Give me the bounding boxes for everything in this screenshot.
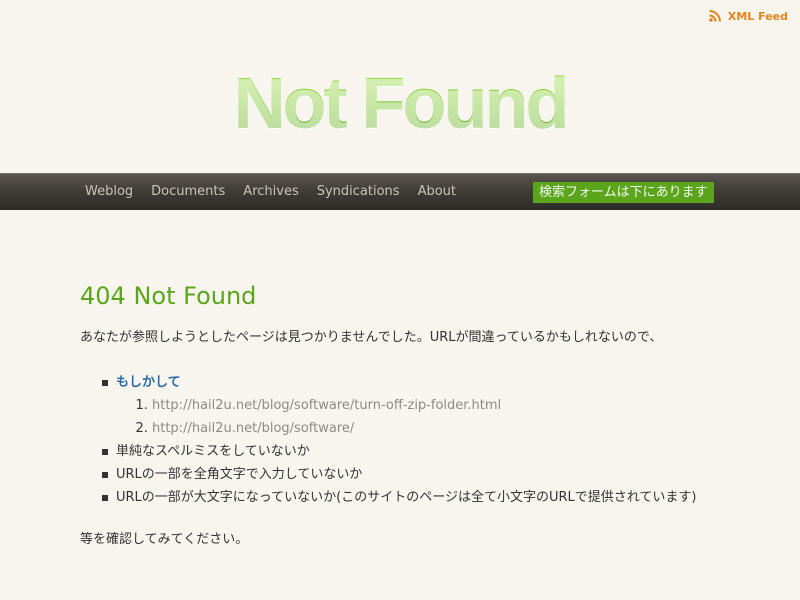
nav-item-weblog[interactable]: Weblog <box>76 174 142 210</box>
list-item: URLの一部が大文字になっていないか(このサイトのページは全て小文字のURLで提… <box>102 486 760 509</box>
closing-text: 等を確認してみてください。 <box>80 532 249 547</box>
nav-item-documents[interactable]: Documents <box>142 174 234 210</box>
xml-feed-link[interactable]: XML Feed <box>708 9 788 23</box>
main-content: 404 Not Found あなたが参照しようとしたページは見つかりませんでした… <box>80 280 760 550</box>
page-heading: 404 Not Found <box>80 282 257 310</box>
xml-feed-label: XML Feed <box>727 9 788 23</box>
site-logo[interactable]: Not Found <box>0 64 800 144</box>
maybe-link[interactable]: もしかして <box>116 375 181 390</box>
rss-icon <box>708 9 722 23</box>
suggestion-link[interactable]: http://hail2u.net/blog/software/turn-off… <box>152 398 501 413</box>
nav-item-archives[interactable]: Archives <box>234 174 307 210</box>
nav-item-about[interactable]: About <box>409 174 465 210</box>
suggestion-item: http://hail2u.net/blog/software/turn-off… <box>152 394 760 417</box>
suggestion-item: http://hail2u.net/blog/software/ <box>152 417 760 440</box>
checklist: もしかして http://hail2u.net/blog/software/tu… <box>80 371 760 509</box>
list-item: URLの一部を全角文字で入力していないか <box>102 463 760 486</box>
intro-text: あなたが参照しようとしたページは見つかりませんでした。URLが間違っているかもし… <box>80 330 663 345</box>
main-navbar: Weblog Documents Archives Syndications A… <box>0 173 800 210</box>
nav-item-syndications[interactable]: Syndications <box>308 174 409 210</box>
suggestion-list: http://hail2u.net/blog/software/turn-off… <box>116 394 760 440</box>
search-form-note[interactable]: 検索フォームは下にあります <box>533 182 714 203</box>
nav-links: Weblog Documents Archives Syndications A… <box>76 174 465 210</box>
list-item: 単純なスペルミスをしていないか <box>102 440 760 463</box>
suggestion-link[interactable]: http://hail2u.net/blog/software/ <box>152 421 354 436</box>
list-item: もしかして http://hail2u.net/blog/software/tu… <box>102 371 760 440</box>
